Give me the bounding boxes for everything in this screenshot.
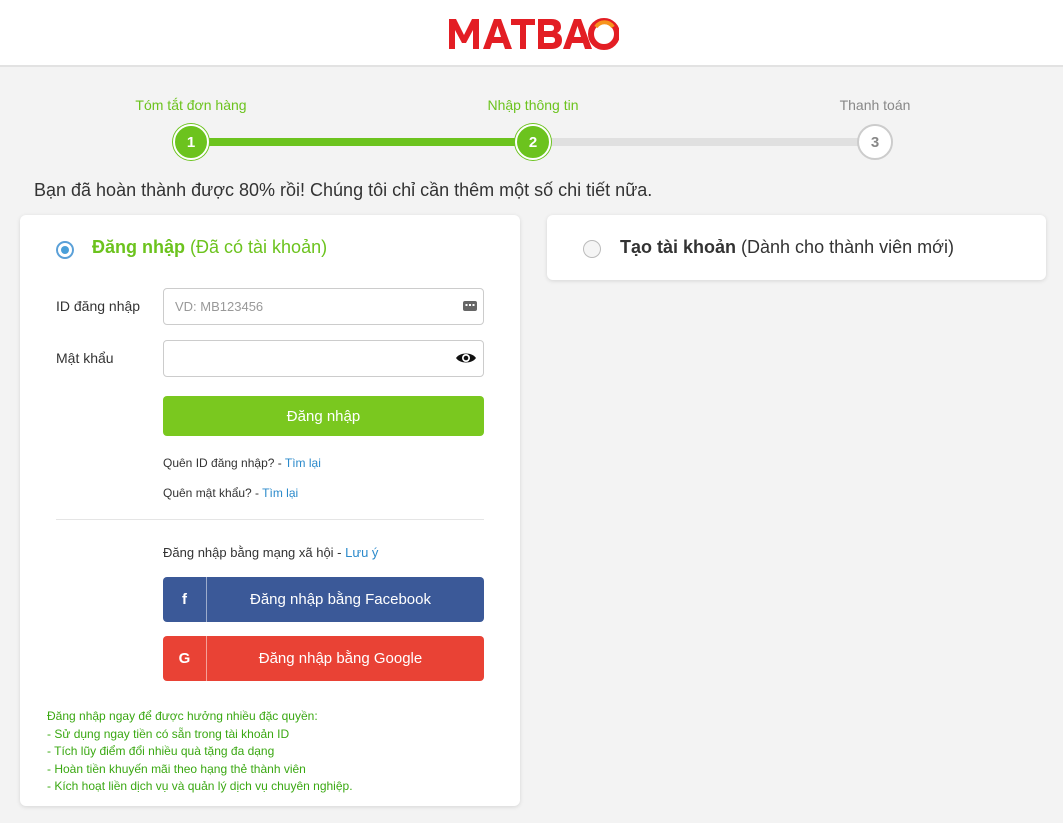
- register-title: Tạo tài khoản: [620, 237, 737, 257]
- login-radio[interactable]: [56, 241, 74, 259]
- forgot-id-line: Quên ID đăng nhập? - Tìm lại: [163, 456, 321, 470]
- google-login-label: Đăng nhập bằng Google: [258, 650, 423, 667]
- progress-track-done: [190, 138, 533, 146]
- benefits-list: Đăng nhập ngay để được hưởng nhiều đặc q…: [47, 708, 353, 796]
- forgot-id-link[interactable]: Tìm lại: [285, 456, 321, 470]
- login-heading[interactable]: Đăng nhập (Đã có tài khoản): [92, 237, 327, 258]
- progress-message: Bạn đã hoàn thành được 80% rồi! Chúng tô…: [34, 180, 653, 200]
- google-icon: G: [163, 636, 207, 681]
- login-button[interactable]: Đăng nhập: [163, 396, 484, 436]
- step-1-circle: 1: [173, 124, 209, 160]
- benefit-item: - Sử dụng ngay tiền có sẵn trong tài kho…: [47, 726, 290, 741]
- social-login-title: Đăng nhập bằng mạng xã hội - Lưu ý: [163, 545, 378, 560]
- forgot-password-text: Quên mật khẩu? -: [163, 486, 263, 500]
- step-2-circle: 2: [515, 124, 551, 160]
- facebook-icon: f: [163, 577, 207, 622]
- google-login-button[interactable]: G Đăng nhập bằng Google: [163, 636, 484, 681]
- facebook-login-button[interactable]: f Đăng nhập bằng Facebook: [163, 577, 484, 622]
- facebook-login-label: Đăng nhập bằng Facebook: [250, 591, 431, 608]
- password-label: Mật khẩu: [56, 350, 114, 366]
- benefit-item: - Kích hoạt liền dịch vụ và quản lý dịch…: [47, 779, 353, 793]
- keyboard-icon[interactable]: [459, 295, 481, 317]
- social-note-link[interactable]: Lưu ý: [345, 545, 378, 560]
- register-subtitle: (Dành cho thành viên mới): [741, 237, 954, 257]
- checkout-steps: Tóm tắt đơn hàng Nhập thông tin Thanh to…: [0, 90, 1063, 170]
- social-login-text: Đăng nhập bằng mạng xã hội -: [163, 545, 346, 560]
- login-id-input[interactable]: [163, 288, 484, 325]
- register-heading[interactable]: Tạo tài khoản (Dành cho thành viên mới): [620, 237, 954, 258]
- benefit-item: - Hoàn tiền khuyến mãi theo hạng thẻ thà…: [47, 761, 306, 776]
- login-subtitle: (Đã có tài khoản): [190, 237, 328, 257]
- login-card: Đăng nhập (Đã có tài khoản) ID đăng nhập…: [20, 215, 520, 806]
- matbao-logo[interactable]: [447, 13, 619, 53]
- id-label: ID đăng nhập: [56, 298, 141, 314]
- step-3-circle: 3: [857, 124, 893, 160]
- step-2-label: Nhập thông tin: [487, 97, 579, 113]
- benefits-title: Đăng nhập ngay để được hưởng nhiều đặc q…: [47, 709, 318, 723]
- benefit-item: - Tích lũy điểm đổi nhiều quà tặng đa dạ…: [47, 744, 275, 758]
- forgot-password-link[interactable]: Tìm lại: [262, 486, 298, 500]
- forgot-password-line: Quên mật khẩu? - Tìm lại: [163, 486, 298, 500]
- register-card[interactable]: Tạo tài khoản (Dành cho thành viên mới): [547, 215, 1046, 280]
- login-title: Đăng nhập: [92, 237, 185, 257]
- register-radio[interactable]: [583, 240, 601, 258]
- divider: [56, 519, 484, 520]
- eye-icon[interactable]: [455, 347, 477, 369]
- site-header: [0, 0, 1063, 67]
- password-input[interactable]: [163, 340, 484, 377]
- progress-track-remaining: [533, 138, 875, 146]
- step-3-label: Thanh toán: [839, 97, 911, 113]
- step-1-label: Tóm tắt đơn hàng: [135, 97, 247, 113]
- forgot-id-text: Quên ID đăng nhập? -: [163, 456, 285, 470]
